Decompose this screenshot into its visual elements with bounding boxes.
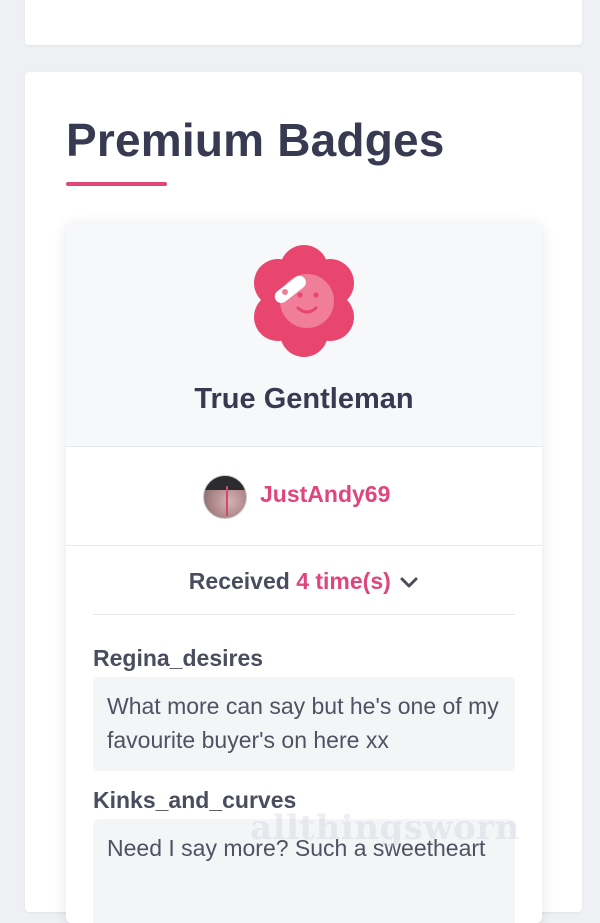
previous-section-card [25,0,582,45]
received-count: 4 time(s) [296,568,391,594]
received-count-toggle[interactable]: Received 4 time(s) [66,546,542,614]
chevron-down-icon [400,577,418,588]
review-text: Need I say more? Such a sweetheart [93,819,515,923]
avatar[interactable] [203,475,247,519]
section-title: Premium Badges [66,114,445,166]
owner-username-link[interactable]: JustAndy69 [260,481,390,508]
review-text: What more can say but he's one of my fav… [93,677,515,771]
badge-header: True Gentleman [66,223,542,447]
badge-name: True Gentleman [194,383,414,415]
received-label: Received [188,568,290,594]
divider [93,614,515,615]
review-author[interactable]: Kinks_and_curves [93,787,296,814]
badge-owner-row: JustAndy69 [66,447,542,546]
review-author[interactable]: Regina_desires [93,645,263,672]
flower-smiley-badge-icon [254,245,354,357]
title-underline [66,182,167,186]
badge-card: True Gentleman JustAndy69 Received 4 tim… [66,223,542,923]
